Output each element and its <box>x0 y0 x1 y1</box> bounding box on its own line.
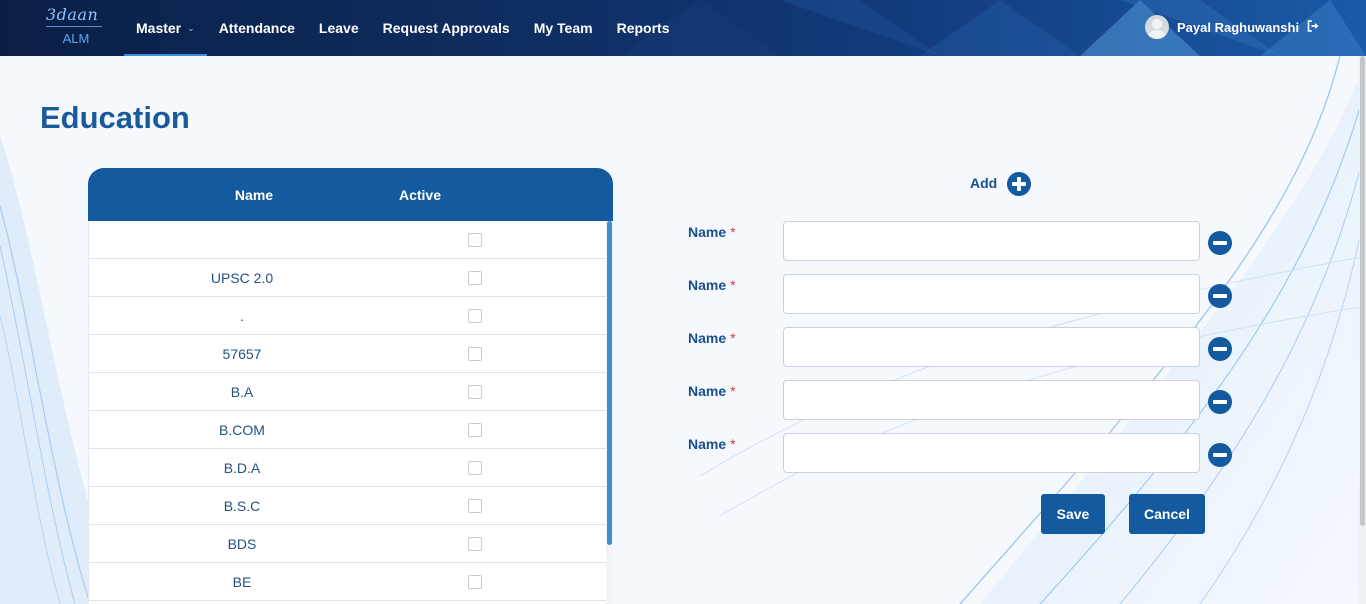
active-checkbox[interactable] <box>468 347 482 361</box>
cancel-button[interactable]: Cancel <box>1129 494 1205 534</box>
page-scrollbar[interactable] <box>1359 56 1366 604</box>
page-scroll-thumb[interactable] <box>1360 56 1365 526</box>
cell-name: B.D.A <box>223 460 261 476</box>
name-field-row: Name * <box>688 433 1248 473</box>
name-field-label: Name * <box>688 383 736 399</box>
chevron-down-icon: ⌄ <box>187 22 195 33</box>
remove-icon[interactable] <box>1208 337 1232 361</box>
active-checkbox[interactable] <box>468 423 482 437</box>
table-header: Name Active <box>88 168 613 221</box>
active-checkbox[interactable] <box>468 271 482 285</box>
name-field-row: Name * <box>688 221 1248 261</box>
cell-name: BDS <box>227 536 257 552</box>
add-label: Add <box>970 175 998 191</box>
active-checkbox[interactable] <box>468 575 482 589</box>
education-table: Name Active UPSC 2.0 . 57657 B.A B.COM B… <box>88 168 613 604</box>
nav-item-label: My Team <box>533 20 593 36</box>
name-input[interactable] <box>783 221 1200 261</box>
nav-item-reports[interactable]: Reports <box>605 0 682 56</box>
cell-name: UPSC 2.0 <box>210 270 274 286</box>
nav-item-label: Reports <box>616 20 670 36</box>
product-name: ALM <box>62 31 90 46</box>
logout-icon[interactable] <box>1307 19 1320 35</box>
add-icon[interactable] <box>1007 172 1032 196</box>
field-label-text: Name <box>688 224 727 240</box>
remove-icon[interactable] <box>1208 443 1232 467</box>
cell-name: B.A <box>230 384 254 400</box>
table-body: UPSC 2.0 . 57657 B.A B.COM B.D.A B.S.C B… <box>88 221 606 604</box>
nav-item-label: Master <box>136 20 182 36</box>
name-field-label: Name * <box>688 436 736 452</box>
active-checkbox[interactable] <box>468 385 482 399</box>
name-field-row: Name * <box>688 327 1248 367</box>
nav-item-label: Request Approvals <box>382 20 510 36</box>
table-row: UPSC 2.0 <box>89 259 606 297</box>
column-header-active: Active <box>398 186 442 203</box>
field-label-text: Name <box>688 383 727 399</box>
logo-underline <box>46 26 102 27</box>
name-field-label: Name * <box>688 330 736 346</box>
active-checkbox[interactable] <box>468 461 482 475</box>
cell-name: 57657 <box>222 346 262 362</box>
cell-name: BE <box>232 574 252 590</box>
cell-name: . <box>240 308 244 324</box>
name-field-row: Name * <box>688 274 1248 314</box>
table-row: B.D.A <box>89 449 606 487</box>
nav-item-label: Attendance <box>218 20 295 36</box>
top-navbar: 3daan ALM Master ⌄ Attendance Leave Requ… <box>0 0 1366 56</box>
nav-item-my-team[interactable]: My Team <box>522 0 605 56</box>
table-row: 57657 <box>89 335 606 373</box>
required-mark: * <box>730 224 736 240</box>
cell-name: B.COM <box>219 422 265 438</box>
active-checkbox[interactable] <box>468 309 482 323</box>
remove-icon[interactable] <box>1208 231 1232 255</box>
table-row: BDS <box>89 525 606 563</box>
field-label-text: Name <box>688 330 727 346</box>
table-row <box>89 221 606 259</box>
table-row: B.S.C <box>89 487 606 525</box>
table-scrollbar[interactable] <box>606 221 613 604</box>
name-input[interactable] <box>783 433 1200 473</box>
required-mark: * <box>730 330 736 346</box>
required-mark: * <box>730 277 736 293</box>
name-input[interactable] <box>783 327 1200 367</box>
remove-icon[interactable] <box>1208 284 1232 308</box>
field-label-text: Name <box>688 436 727 452</box>
field-label-text: Name <box>688 277 727 293</box>
page-title: Education <box>40 100 190 135</box>
user-menu[interactable]: Payal Raghuwanshi <box>1145 15 1320 39</box>
nav-item-master[interactable]: Master ⌄ <box>124 0 207 56</box>
name-field-label: Name * <box>688 224 736 240</box>
active-checkbox[interactable] <box>468 499 482 513</box>
app-logo[interactable]: 3daan ALM <box>46 5 106 46</box>
active-checkbox[interactable] <box>468 233 482 247</box>
main-nav: Master ⌄ Attendance Leave Request Approv… <box>124 0 681 56</box>
cell-name <box>89 221 395 259</box>
table-scroll-thumb[interactable] <box>607 221 612 545</box>
nav-item-attendance[interactable]: Attendance <box>207 0 307 56</box>
brand-name: 3daan <box>46 5 99 24</box>
table-row: B.COM <box>89 411 606 449</box>
cell-name: B.S.C <box>223 498 261 514</box>
user-name: Payal Raghuwanshi <box>1177 19 1300 35</box>
nav-item-request-approvals[interactable]: Request Approvals <box>371 0 522 56</box>
active-checkbox[interactable] <box>468 537 482 551</box>
user-avatar-icon <box>1145 15 1169 39</box>
required-mark: * <box>730 383 736 399</box>
add-row: Add <box>970 170 1032 196</box>
table-row: BE <box>89 563 606 601</box>
table-row: B.A <box>89 373 606 411</box>
name-field-row: Name * <box>688 380 1248 420</box>
remove-icon[interactable] <box>1208 390 1232 414</box>
required-mark: * <box>730 436 736 452</box>
name-field-label: Name * <box>688 277 736 293</box>
nav-item-label: Leave <box>318 20 359 36</box>
save-button[interactable]: Save <box>1041 494 1105 534</box>
name-input[interactable] <box>783 380 1200 420</box>
name-input[interactable] <box>783 274 1200 314</box>
table-row: . <box>89 297 606 335</box>
nav-item-leave[interactable]: Leave <box>307 0 371 56</box>
